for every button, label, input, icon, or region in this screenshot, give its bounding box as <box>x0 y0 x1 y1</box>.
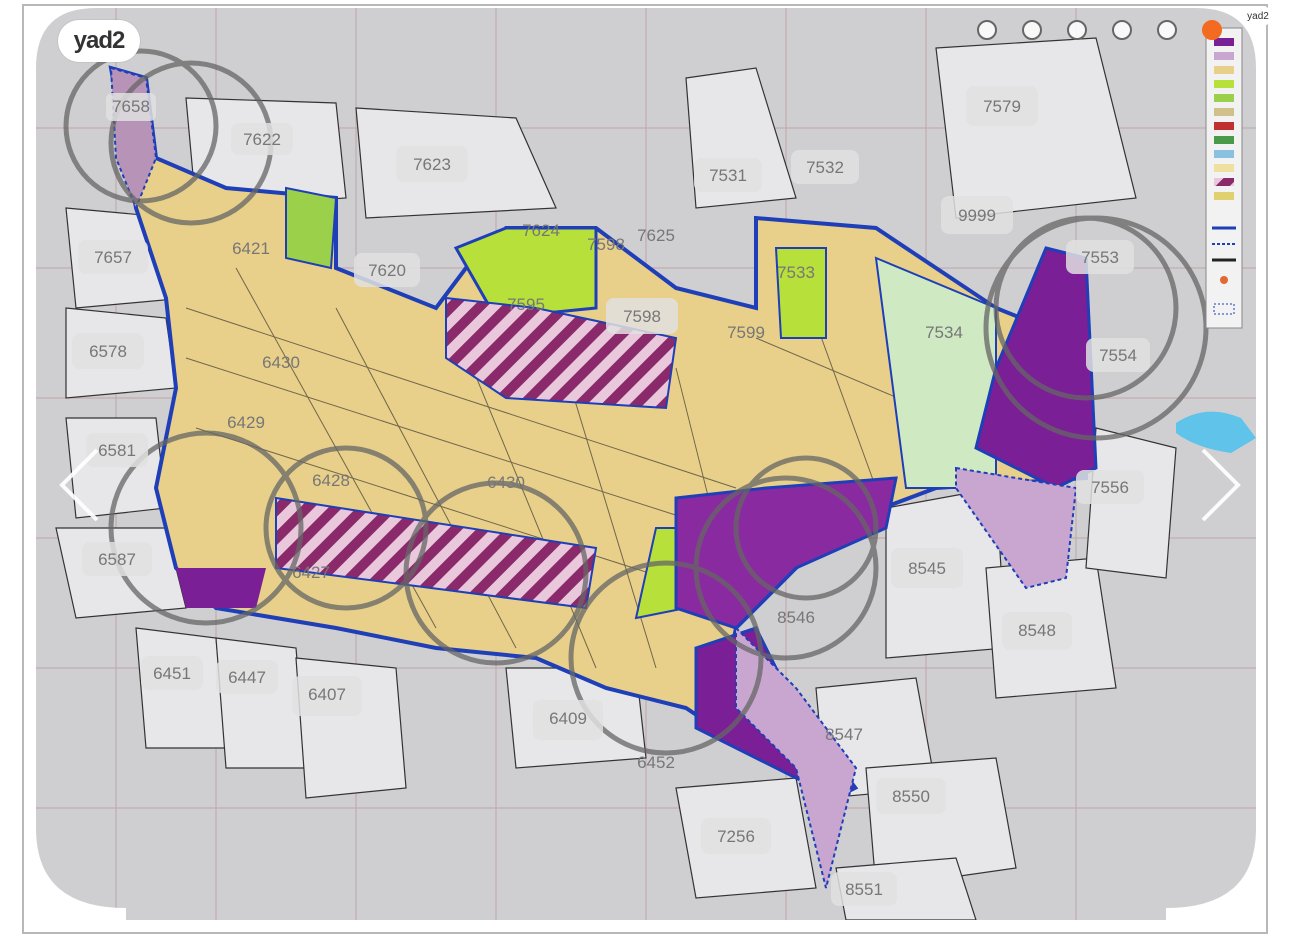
logo-text: yad2 <box>73 27 126 54</box>
corner-badge-text: yad2 <box>1247 10 1269 22</box>
chevron-left-icon <box>59 448 99 522</box>
prev-image-button[interactable] <box>52 440 112 530</box>
corner-badge: yad2 <box>1244 6 1272 26</box>
pagination-dot-3[interactable] <box>1067 20 1087 40</box>
pagination-dot-4[interactable] <box>1112 20 1132 40</box>
pagination-dot-1[interactable] <box>977 20 997 40</box>
pagination-dot-2[interactable] <box>1022 20 1042 40</box>
next-image-button[interactable] <box>1188 440 1248 530</box>
pagination-dot-5[interactable] <box>1157 20 1177 40</box>
pagination-dot-6[interactable] <box>1202 20 1222 40</box>
chevron-right-icon <box>1201 448 1241 522</box>
gallery-pagination <box>977 20 1222 40</box>
image-viewer[interactable]: 7658 7622 7623 7531 7532 7579 9999 7553 7554 7556… <box>36 8 1256 920</box>
viewer-rounded-corners <box>36 8 1256 920</box>
yad2-logo: yad2 <box>58 20 140 62</box>
